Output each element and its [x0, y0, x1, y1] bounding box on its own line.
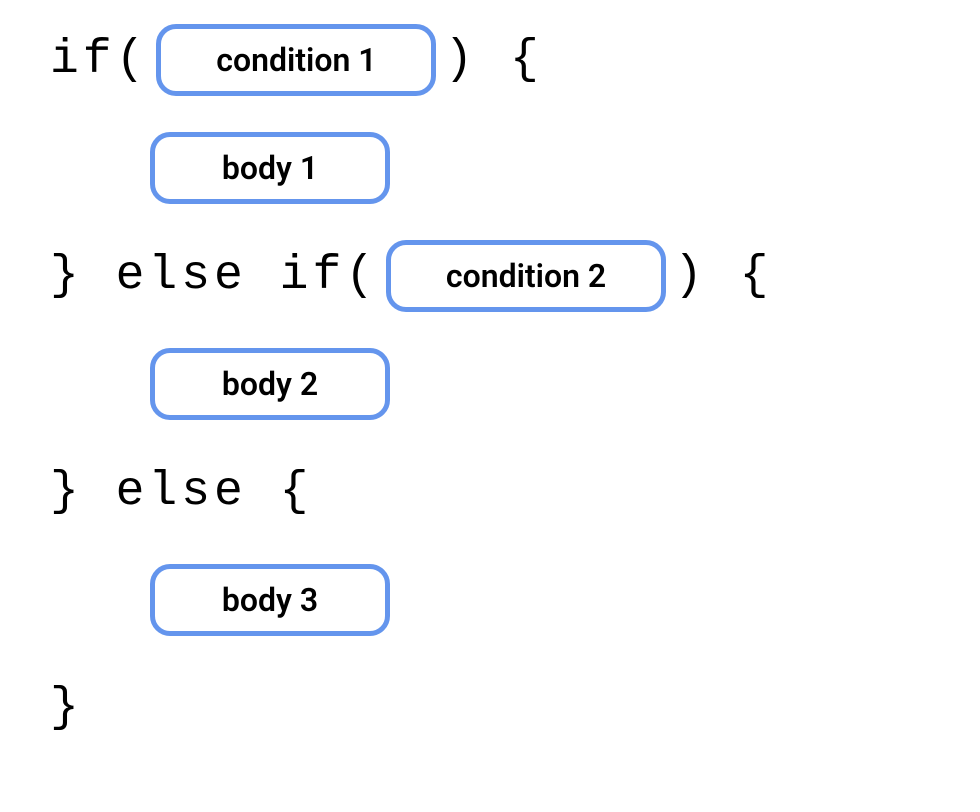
keyword-close-brace: }: [50, 681, 83, 735]
keyword-close-paren-brace-2: ) {: [674, 249, 772, 303]
body-3-line: body 3: [150, 560, 930, 640]
body-3-slot: body 3: [150, 564, 390, 636]
else-line: } else {: [50, 452, 930, 532]
else-if-line: } else if( condition 2 ) {: [50, 236, 930, 316]
condition-1-slot: condition 1: [156, 24, 436, 96]
body-1-slot: body 1: [150, 132, 390, 204]
keyword-close-paren-brace: ) {: [444, 33, 542, 87]
if-line: if( condition 1 ) {: [50, 20, 930, 100]
body-2-line: body 2: [150, 344, 930, 424]
keyword-if-open: if(: [50, 33, 148, 87]
body-2-slot: body 2: [150, 348, 390, 420]
body-1-line: body 1: [150, 128, 930, 208]
condition-2-slot: condition 2: [386, 240, 666, 312]
keyword-else-brace: } else {: [50, 465, 312, 519]
closing-brace-line: }: [50, 668, 930, 748]
keyword-else-if-open: } else if(: [50, 249, 378, 303]
